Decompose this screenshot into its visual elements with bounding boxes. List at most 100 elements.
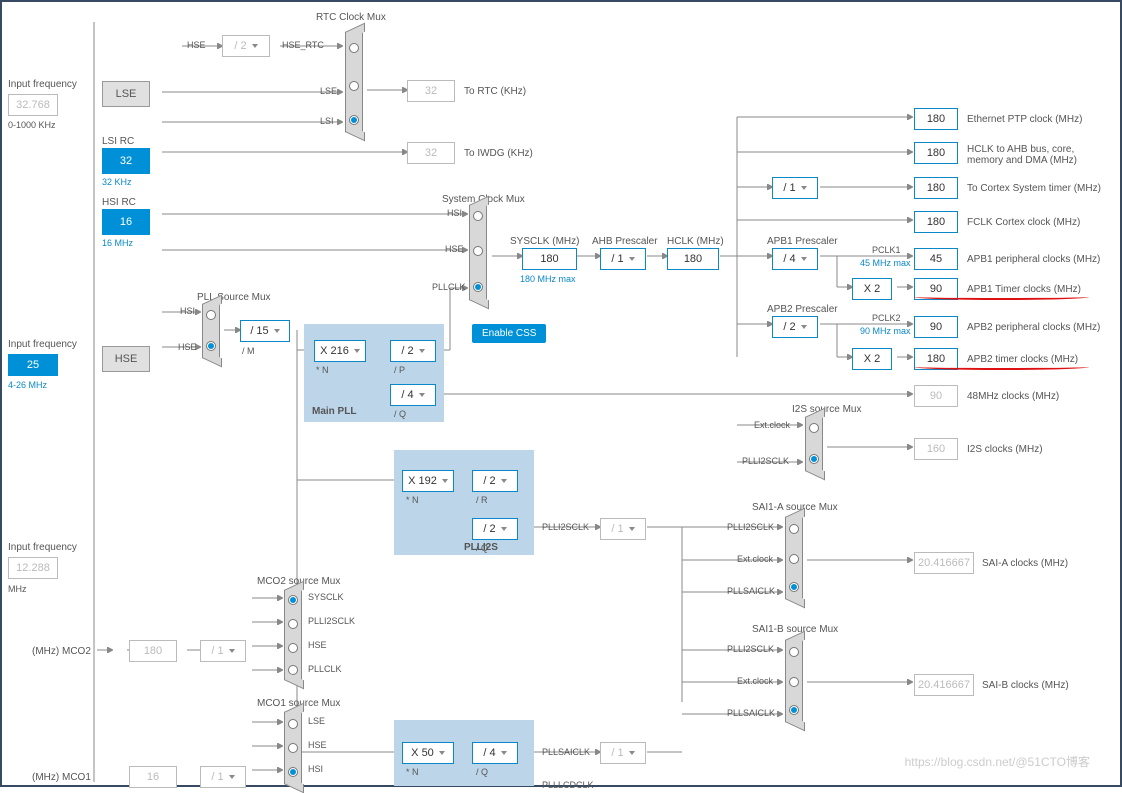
rtc-lsi: LSI	[320, 116, 334, 126]
mainpll-pl: / P	[394, 365, 405, 375]
sysclk-max: 180 MHz max	[520, 274, 576, 284]
rtc-mux-title: RTC Clock Mux	[316, 12, 386, 23]
pllsai-q[interactable]: / 4	[472, 742, 518, 764]
sysmux-pllclk: PLLCLK	[432, 282, 466, 292]
plli2s-ql: / Q	[476, 543, 488, 553]
rtc-mux[interactable]	[345, 32, 363, 132]
lse-source[interactable]: LSE	[102, 81, 150, 107]
redline-apb2t	[914, 364, 1089, 370]
ahb-lbl: AHB Prescaler	[592, 236, 658, 247]
sai1b-mux[interactable]	[785, 640, 803, 722]
mco2-pllclk: PLLCLK	[308, 664, 342, 674]
out-systick-l: To Cortex System timer (MHz)	[967, 183, 1101, 194]
apb2-max: 90 MHz max	[860, 326, 911, 336]
plli2s-q[interactable]: / 2	[472, 518, 518, 540]
out-hclk-l: HCLK to AHB bus, core, memory and DMA (M…	[967, 144, 1107, 166]
out-48mhz: 90	[914, 385, 958, 407]
out-saib: 20.416667	[914, 674, 974, 696]
rtc-hsertc: HSE_RTC	[282, 40, 324, 50]
mco1-lbl: (MHz) MCO1	[32, 772, 91, 783]
out-fclk-l: FCLK Cortex clock (MHz)	[967, 217, 1080, 228]
i2s-freq-label: Input frequency	[8, 542, 77, 553]
rtc-hse: HSE	[187, 40, 206, 50]
apb2-div[interactable]: / 2	[772, 316, 818, 338]
out-apb1p-l: APB1 peripheral clocks (MHz)	[967, 254, 1100, 265]
sai1a-ext: Ext.clock	[737, 554, 773, 564]
rtc-out: 32	[407, 80, 455, 102]
out-48mhz-l: 48MHz clocks (MHz)	[967, 391, 1059, 402]
hse-source[interactable]: HSE	[102, 346, 150, 372]
sysmux[interactable]	[469, 205, 487, 300]
out-fclk: 180	[914, 211, 958, 233]
mco1-lse: LSE	[308, 716, 325, 726]
cortex-div[interactable]: / 1	[772, 177, 818, 199]
sai1b-pllsai: PLLSAICLK	[727, 708, 775, 718]
out-hclk: 180	[914, 142, 958, 164]
mco2-div[interactable]: / 1	[200, 640, 246, 662]
hclk-lbl: HCLK (MHz)	[667, 236, 724, 247]
pllsrc-hsi: HSI	[180, 306, 195, 316]
i2smux-plli2s: PLLI2SCLK	[742, 456, 789, 466]
mco2-plli2s: PLLI2SCLK	[308, 616, 355, 626]
out-eth-l: Ethernet PTP clock (MHz)	[967, 114, 1082, 125]
sai-div[interactable]: / 1	[600, 518, 646, 540]
mco2-val: 180	[129, 640, 177, 662]
pllsai-div[interactable]: / 1	[600, 742, 646, 764]
pllsai-n[interactable]: X 50	[402, 742, 454, 764]
apb2-lbl: APB2 Prescaler	[767, 304, 838, 315]
lse-freq-input[interactable]: 32.768	[8, 94, 58, 116]
out-i2s: 160	[914, 438, 958, 460]
i2smux[interactable]	[805, 417, 823, 471]
i2s-freq-input[interactable]: 12.288	[8, 557, 58, 579]
sai1a-pllsai: PLLSAICLK	[727, 586, 775, 596]
mco1-val: 16	[129, 766, 177, 788]
lsi-label: LSI RC	[102, 136, 134, 147]
redline-apb1t	[914, 294, 1089, 300]
sysmux-hsi: HSI	[447, 208, 462, 218]
mco2-lbl: (MHz) MCO2	[32, 646, 91, 657]
lsi-box: 32	[102, 148, 150, 174]
apb1-max: 45 MHz max	[860, 258, 911, 268]
plli2s-n[interactable]: X 192	[402, 470, 454, 492]
apb2-pclk: PCLK2	[872, 313, 901, 323]
sai1a-mux[interactable]	[785, 517, 803, 599]
lsi-note: 32 KHz	[102, 177, 132, 187]
out-i2s-l: I2S clocks (MHz)	[967, 444, 1043, 455]
apb1-div[interactable]: / 4	[772, 248, 818, 270]
mainpll-nl: * N	[316, 365, 329, 375]
mco2-mux[interactable]	[284, 590, 302, 680]
sai1a-plli2s: PLLI2SCLK	[727, 522, 774, 532]
apb1-lbl: APB1 Prescaler	[767, 236, 838, 247]
iwdg-lbl: To IWDG (KHz)	[464, 148, 533, 159]
sai1b-title: SAI1-B source Mux	[752, 624, 838, 635]
pllsai-nl: * N	[406, 767, 419, 777]
hse-freq-label: Input frequency	[8, 339, 77, 350]
hse-range: 4-26 MHz	[8, 380, 47, 390]
pll-divm[interactable]: / 15	[240, 320, 290, 342]
mco1-div[interactable]: / 1	[200, 766, 246, 788]
enable-css-btn[interactable]: Enable CSS	[472, 324, 546, 343]
ahb-div[interactable]: / 1	[600, 248, 646, 270]
mainpll-n[interactable]: X 216	[314, 340, 366, 362]
i2smux-title: I2S source Mux	[792, 404, 861, 415]
mainpll-p[interactable]: / 2	[390, 340, 436, 362]
i2s-unit: MHz	[8, 584, 27, 594]
out-saia: 20.416667	[914, 552, 974, 574]
rtc-hse-div[interactable]: / 2	[222, 35, 270, 57]
pllsai-ql: / Q	[476, 767, 488, 777]
mco1-mux[interactable]	[284, 712, 302, 784]
pllsrc-mux[interactable]	[202, 304, 220, 358]
lse-freq-label: Input frequency	[8, 79, 77, 90]
sysmux-hse: HSE	[445, 244, 464, 254]
plli2s-r[interactable]: / 2	[472, 470, 518, 492]
pllsrc-hse: HSE	[178, 342, 197, 352]
plli2s-nl: * N	[406, 495, 419, 505]
plli2s-rl: / R	[476, 495, 488, 505]
apb2-timx: X 2	[852, 348, 892, 370]
sysclk-val[interactable]: 180	[522, 248, 577, 270]
hse-freq-input[interactable]: 25	[8, 354, 58, 376]
plli2s-out: PLLI2SCLK	[542, 522, 589, 532]
mainpll-q[interactable]: / 4	[390, 384, 436, 406]
watermark: https://blog.csdn.net/@51CTO博客	[905, 753, 1090, 770]
hsi-box: 16	[102, 209, 150, 235]
